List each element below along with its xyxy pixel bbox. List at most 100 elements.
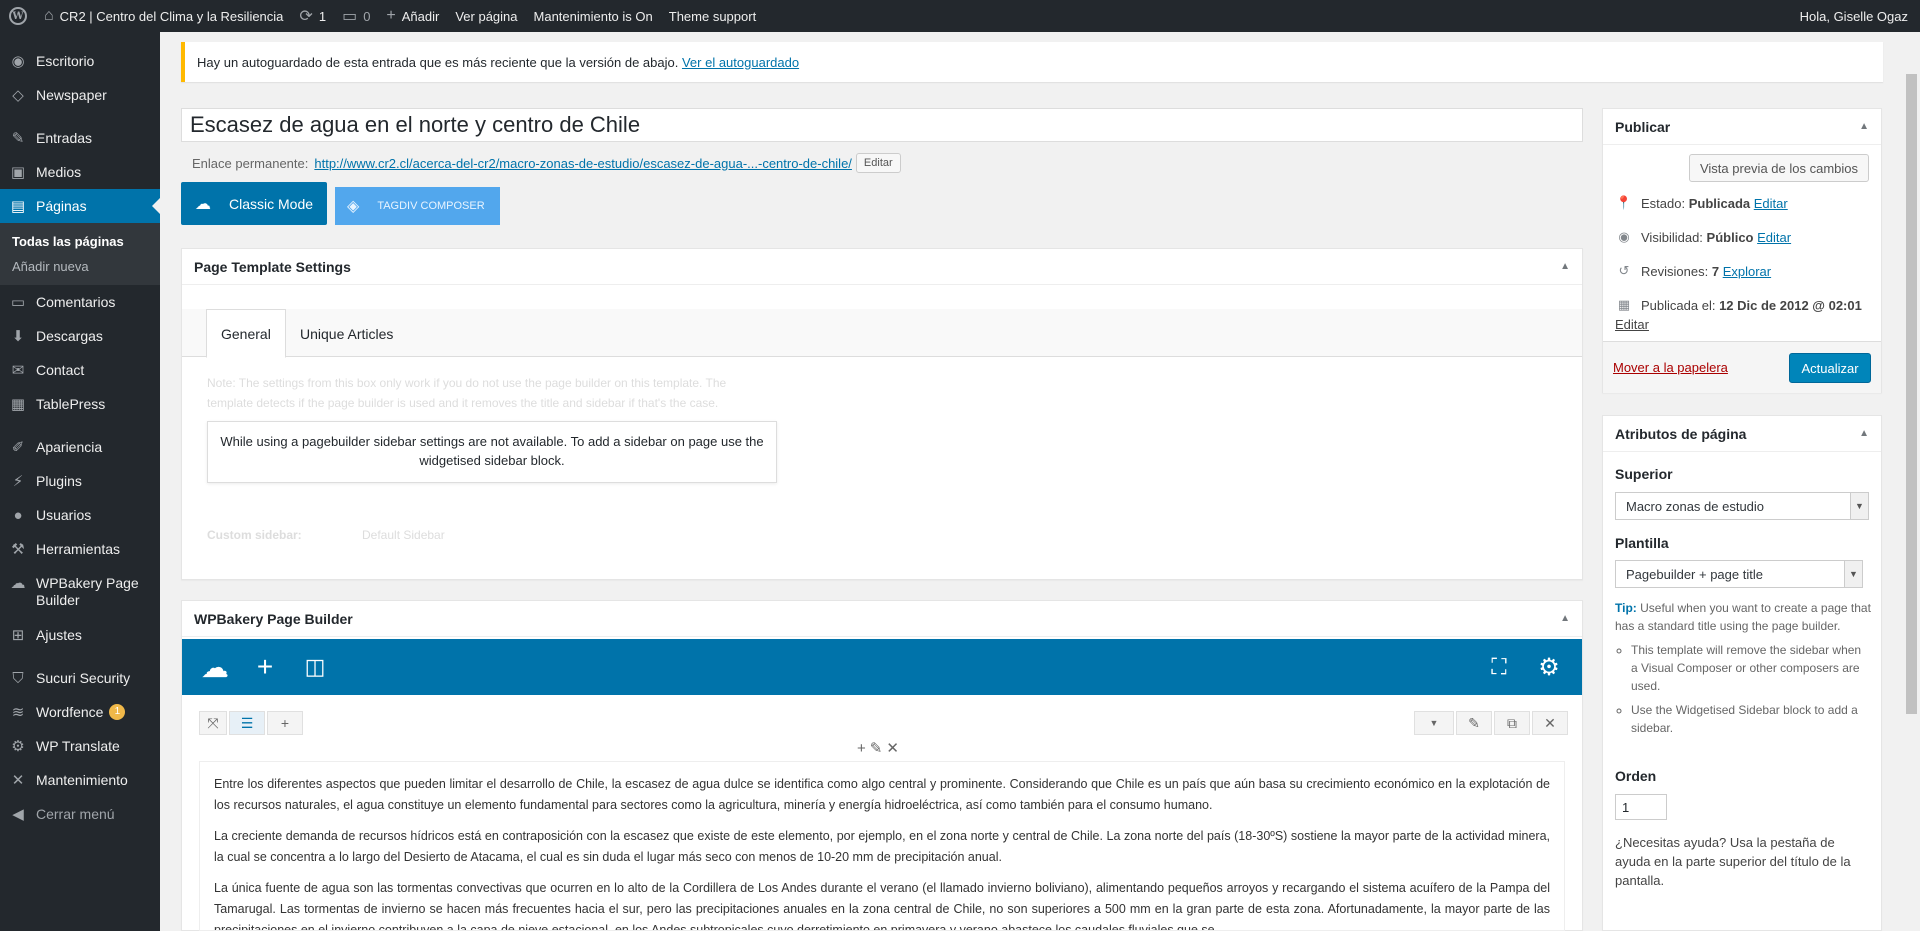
menu-wp-translate[interactable]: ⚙ WP Translate — [0, 729, 160, 763]
toggle-arrow-icon[interactable]: ▲ — [1560, 613, 1570, 624]
paragraph: La creciente demanda de recursos hídrico… — [214, 829, 1550, 864]
row-toggle-icon[interactable]: ▼ — [1414, 711, 1454, 735]
menu-herramientas[interactable]: ⚒ Herramientas — [0, 532, 160, 566]
new-content-link[interactable]: + Añadir — [378, 0, 447, 32]
media-icon: ▣ — [10, 164, 26, 181]
visibility-edit-link[interactable]: Editar — [1757, 230, 1791, 245]
user-greeting[interactable]: Hola, Giselle Ogaz — [1792, 0, 1920, 32]
toggle-arrow-icon[interactable]: ▲ — [1560, 261, 1570, 272]
permalink-link[interactable]: http://www.cr2.cl/acerca-del-cr2/macro-z… — [314, 156, 852, 171]
custom-sidebar-select: Default Sidebar — [362, 528, 445, 542]
order-input[interactable]: 1 — [1615, 794, 1667, 820]
text-block[interactable]: Entre los diferentes aspectos que pueden… — [199, 761, 1565, 931]
permalink-row: Enlace permanente: http://www.cr2.cl/ace… — [192, 153, 901, 173]
tab-general[interactable]: General — [206, 309, 286, 358]
scrollbar-thumb[interactable] — [1906, 74, 1917, 714]
home-icon: ⌂ — [44, 7, 54, 24]
menu-tablepress[interactable]: ▦ TablePress — [0, 387, 160, 421]
parent-select[interactable]: Macro zonas de estudio ▼ — [1615, 492, 1869, 520]
pages-icon: ▤ — [10, 198, 26, 215]
row-add-column-icon[interactable]: + — [267, 711, 303, 735]
row-move-icon[interactable]: ⤧ — [199, 711, 227, 735]
submenu-add-new[interactable]: Añadir nueva — [0, 254, 160, 279]
menu-medios[interactable]: ▣ Medios — [0, 155, 160, 189]
add-element-icon[interactable]: + — [240, 651, 290, 683]
view-autosave-link[interactable]: Ver el autoguardado — [682, 55, 799, 70]
post-title-input[interactable]: Escasez de agua en el norte y centro de … — [181, 108, 1583, 142]
row-layout-icon[interactable]: ☰ — [229, 711, 265, 735]
template-select[interactable]: Pagebuilder + page title ▼ — [1615, 560, 1863, 588]
menu-escritorio[interactable]: ◉ Escritorio — [0, 44, 160, 78]
wordpress-logo-icon[interactable]: W — [0, 0, 36, 32]
menu-apariencia[interactable]: ✐ Apariencia — [0, 430, 160, 464]
menu-collapse[interactable]: ◀ Cerrar menú — [0, 797, 160, 831]
row-left-controls: ⤧ ☰ + — [199, 711, 303, 735]
column-controls: +✎✕ — [857, 739, 903, 757]
row-delete-icon[interactable]: ✕ — [1532, 711, 1568, 735]
page-template-settings-header[interactable]: Page Template Settings ▲ — [182, 249, 1582, 285]
menu-paginas[interactable]: ▤ Páginas — [0, 189, 160, 223]
menu-descargas[interactable]: ⬇ Descargas — [0, 319, 160, 353]
date-edit-link[interactable]: Editar — [1615, 317, 1649, 332]
menu-wpbakery[interactable]: ☁ WPBakery Page Builder — [0, 566, 160, 618]
row-clone-icon[interactable]: ⧉ — [1494, 711, 1530, 735]
trash-link[interactable]: Mover a la papelera — [1613, 360, 1728, 375]
menu-entradas[interactable]: ✎ Entradas — [0, 121, 160, 155]
tagdiv-icon: ◈ — [347, 198, 360, 215]
update-button[interactable]: Actualizar — [1789, 353, 1871, 383]
wpbakery-navbar: ☁ + ◫ ⛶ ⚙ — [182, 639, 1582, 695]
updates-link[interactable]: ⟳ 1 — [291, 0, 334, 32]
column-edit-icon[interactable]: ✎ — [870, 740, 887, 757]
status-row: 📍 Estado: Publicada Editar — [1615, 195, 1788, 211]
updates-icon: ⟳ — [299, 8, 313, 25]
site-name-link[interactable]: ⌂ CR2 | Centro del Clima y la Resiliencia — [36, 0, 291, 32]
revisions-explore-link[interactable]: Explorar — [1723, 264, 1771, 279]
publish-header[interactable]: Publicar ▲ — [1603, 109, 1881, 145]
dashboard-icon: ◉ — [11, 53, 25, 70]
column-delete-icon[interactable]: ✕ — [886, 740, 903, 757]
menu-usuarios[interactable]: ● Usuarios — [0, 498, 160, 532]
page-template-settings-box: Page Template Settings ▲ General Unique A… — [181, 248, 1583, 580]
view-page-link[interactable]: Ver página — [447, 0, 525, 32]
revisions-row: ↺ Revisiones: 7 Explorar — [1615, 263, 1772, 279]
settings-icon: ⊞ — [11, 627, 25, 644]
menu-plugins[interactable]: ⚡ Plugins — [0, 464, 160, 498]
menu-comentarios[interactable]: ▭ Comentarios — [0, 285, 160, 319]
permalink-edit-button[interactable]: Editar — [855, 153, 901, 173]
submenu-all-pages[interactable]: Todas las páginas — [0, 229, 160, 254]
menu-newspaper[interactable]: ◇ Newspaper — [0, 78, 160, 112]
menu-mantenimiento[interactable]: ✕ Mantenimiento — [0, 763, 160, 797]
plugin-icon: ⚡ — [12, 473, 24, 490]
page-attributes-header[interactable]: Atributos de página ▲ — [1603, 416, 1881, 452]
revisions-icon: ↺ — [1618, 263, 1630, 278]
pin-icon: ✎ — [11, 130, 25, 147]
tagdiv-composer-button[interactable]: ◈ TAGDIV COMPOSER — [335, 187, 500, 225]
theme-support-link[interactable]: Theme support — [661, 0, 764, 32]
settings-gear-icon[interactable]: ⚙ — [1524, 653, 1574, 682]
row-edit-icon[interactable]: ✎ — [1456, 711, 1492, 735]
status-edit-link[interactable]: Editar — [1754, 196, 1788, 211]
page-scrollbar[interactable] — [1903, 32, 1920, 931]
preview-changes-button[interactable]: Vista previa de los cambios — [1689, 154, 1869, 182]
menu-contact[interactable]: ✉ Contact — [0, 353, 160, 387]
wpbakery-logo-icon[interactable]: ☁ — [190, 651, 240, 684]
comments-link[interactable]: ▭ 0 — [334, 0, 378, 32]
pages-submenu: Todas las páginas Añadir nueva — [0, 223, 160, 285]
classic-mode-button[interactable]: ☁ Classic Mode — [181, 182, 327, 225]
wpbakery-header[interactable]: WPBakery Page Builder ▲ — [182, 601, 1582, 637]
mail-icon: ✉ — [11, 362, 25, 379]
maintenance-link[interactable]: Mantenimiento is On — [526, 0, 661, 32]
plus-icon: + — [386, 7, 396, 24]
toggle-arrow-icon[interactable]: ▲ — [1859, 121, 1869, 132]
templates-icon[interactable]: ◫ — [290, 654, 340, 680]
user-icon: ● — [13, 506, 23, 524]
toggle-arrow-icon[interactable]: ▲ — [1859, 428, 1869, 439]
column-add-icon[interactable]: + — [857, 740, 870, 757]
tab-unique-articles[interactable]: Unique Articles — [286, 309, 407, 358]
menu-wordfence[interactable]: ≋ Wordfence 1 — [0, 695, 160, 729]
fullscreen-icon[interactable]: ⛶ — [1474, 654, 1524, 680]
menu-sucuri[interactable]: ⛉ Sucuri Security — [0, 661, 160, 695]
paragraph: Entre los diferentes aspectos que pueden… — [214, 777, 1550, 812]
menu-ajustes[interactable]: ⊞ Ajustes — [0, 618, 160, 652]
help-text: ¿Necesitas ayuda? Usa la pestaña de ayud… — [1615, 835, 1851, 888]
